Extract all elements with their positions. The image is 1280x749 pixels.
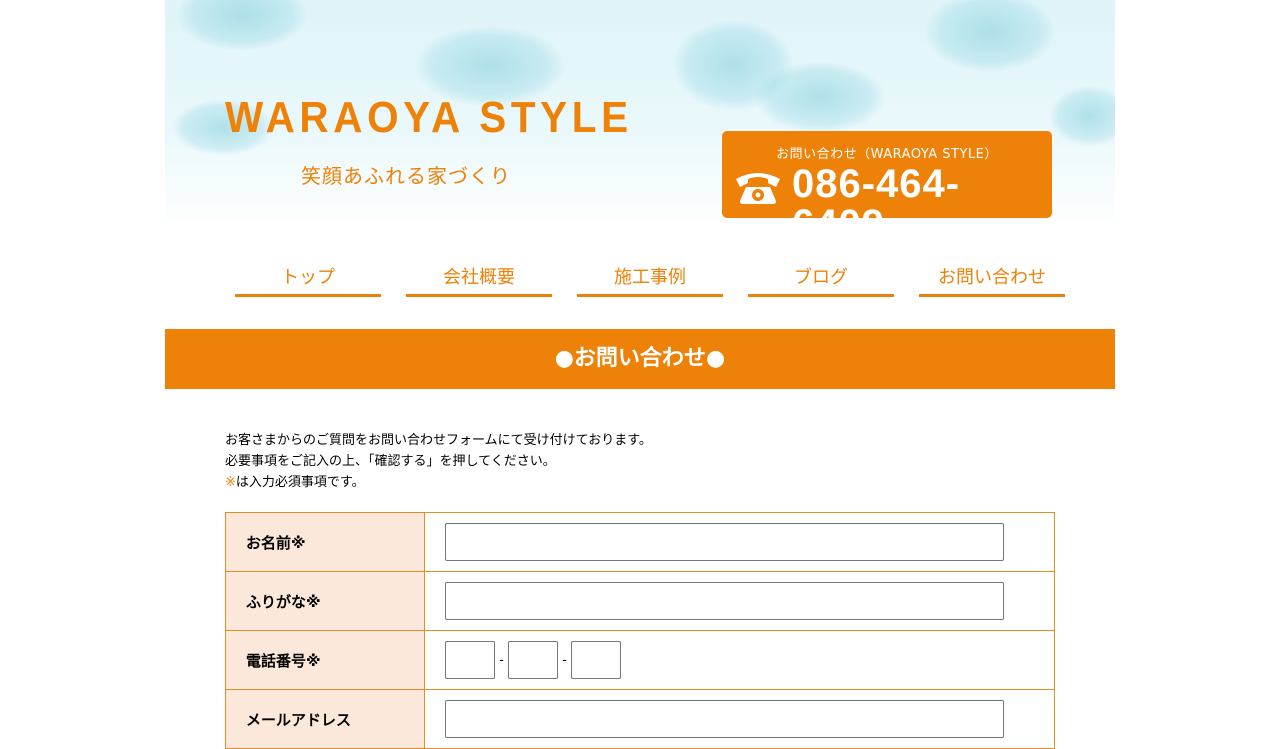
tel-separator: - (562, 652, 567, 668)
phone-number[interactable]: 086-464-6409 (792, 164, 1052, 230)
furigana-input[interactable] (445, 582, 1004, 620)
tel-separator: - (499, 652, 504, 668)
furigana-label: ふりがな※ (225, 571, 425, 631)
page: WARAOYA STYLE 笑顔あふれる家づくり お問い合わせ（WARAOYA … (165, 0, 1115, 749)
tel-input-1[interactable] (445, 641, 495, 679)
form-row-tel: 電話番号※ - - (225, 630, 1055, 690)
main-nav: トップ 会社概要 施工事例 ブログ お問い合わせ (235, 264, 1065, 297)
form-row-email: メールアドレス (225, 689, 1055, 749)
telephone-icon (736, 173, 780, 204)
cloud-decoration (925, 0, 1055, 72)
nav-item-top[interactable]: トップ (235, 264, 381, 297)
tel-label: 電話番号※ (225, 630, 425, 690)
nav-item-contact[interactable]: お問い合わせ (919, 264, 1065, 297)
intro-line-2: 必要事項をご記入の上、「確認する」を押してください。 (225, 454, 556, 469)
nav-item-company[interactable]: 会社概要 (406, 264, 552, 297)
contact-form: お名前※ ふりがな※ 電話番号※ - - メールアドレス (225, 512, 1055, 749)
intro-text: お客さまからのご質問をお問い合わせフォームにて受け付けております。 必要事項をご… (225, 430, 652, 493)
site-header: WARAOYA STYLE 笑顔あふれる家づくり お問い合わせ（WARAOYA … (165, 0, 1115, 230)
form-row-name: お名前※ (225, 512, 1055, 572)
site-logo[interactable]: WARAOYA STYLE (225, 96, 633, 140)
contact-label: お問い合わせ（WARAOYA STYLE） (776, 147, 998, 162)
required-mark: ※ (225, 475, 236, 490)
intro-line-3-text: は入力必須事項です。 (235, 475, 365, 490)
intro-line-3: ※は入力必須事項です。 (225, 472, 652, 493)
cloud-decoration (177, 0, 307, 50)
tel-input-3[interactable] (571, 641, 621, 679)
email-label: メールアドレス (225, 689, 425, 749)
contact-phone-box: お問い合わせ（WARAOYA STYLE） 086-464-6409 (722, 131, 1052, 230)
intro-line-1: お客さまからのご質問をお問い合わせフォームにて受け付けております。 (225, 433, 652, 448)
nav-item-blog[interactable]: ブログ (748, 264, 894, 297)
cloud-decoration (755, 62, 885, 132)
cloud-decoration (1050, 86, 1115, 146)
email-input[interactable] (445, 700, 1004, 738)
tel-input-2[interactable] (508, 641, 558, 679)
page-title: ●お問い合わせ● (165, 329, 1115, 389)
nav-item-works[interactable]: 施工事例 (577, 264, 723, 297)
form-row-furigana: ふりがな※ (225, 571, 1055, 631)
name-input[interactable] (445, 523, 1004, 561)
name-label: お名前※ (225, 512, 425, 572)
site-tagline: 笑顔あふれる家づくり (301, 164, 511, 188)
